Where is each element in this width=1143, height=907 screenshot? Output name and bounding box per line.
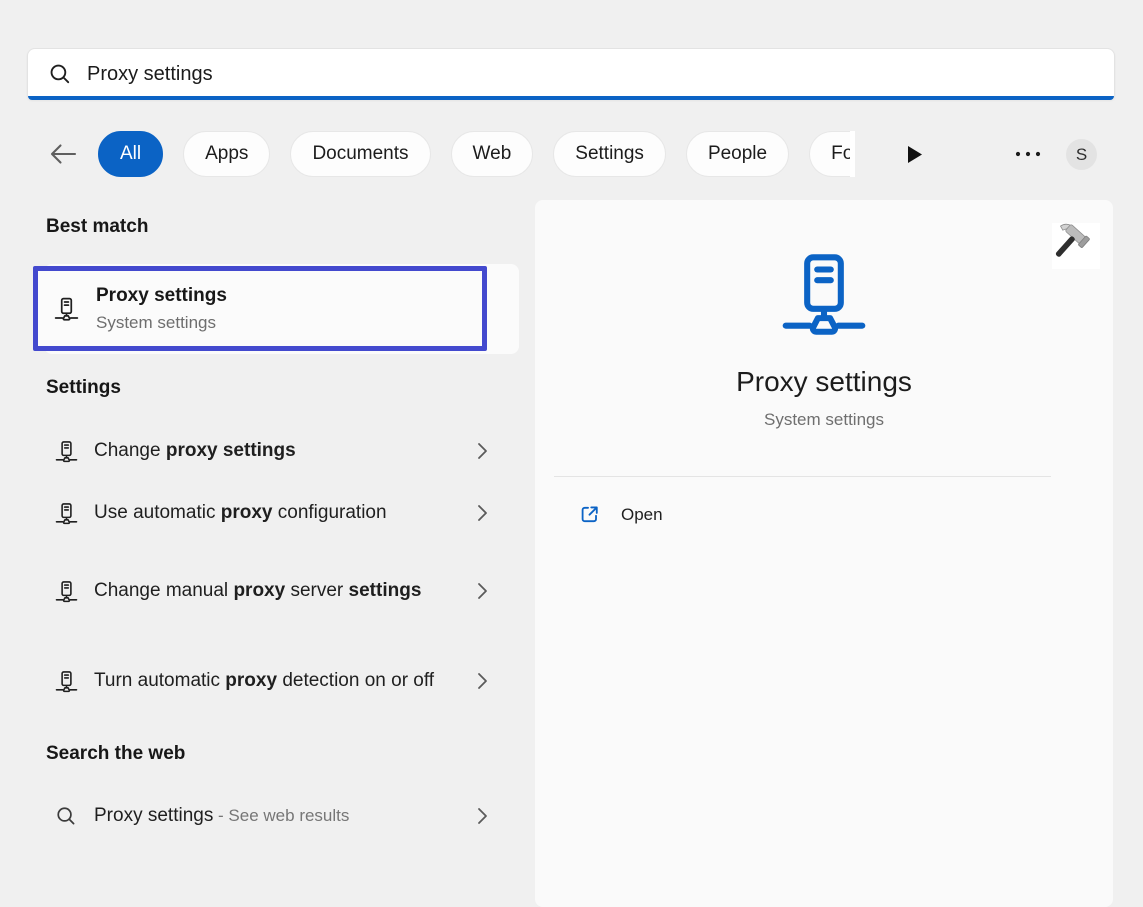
result-change-manual-proxy[interactable]: Change manual proxy server settings [33, 548, 490, 634]
open-label: Open [621, 505, 663, 525]
result-change-proxy-settings[interactable]: Change proxy settings [33, 421, 490, 481]
chevron-right-icon [476, 441, 489, 461]
arrow-left-icon [47, 141, 79, 167]
web-suffix: - See web results [213, 806, 349, 825]
result-use-automatic-proxy[interactable]: Use automatic proxy configuration [33, 483, 490, 543]
play-triangle-icon [907, 145, 923, 164]
filter-tabs: All Apps Documents Web Settings People F… [98, 131, 929, 177]
proxy-icon [55, 497, 78, 530]
preview-subtitle: System settings [535, 410, 1113, 430]
search-icon [55, 805, 78, 828]
ellipsis-icon [1015, 151, 1041, 157]
search-input[interactable] [87, 63, 1100, 86]
filter-tab-row: All Apps Documents Web Settings People F… [0, 131, 1143, 177]
best-match-title: Proxy settings [96, 283, 227, 308]
best-match-subtitle: System settings [96, 311, 227, 334]
search-bar [27, 48, 1115, 100]
windows-search-panel: All Apps Documents Web Settings People F… [0, 0, 1143, 907]
result-web-search[interactable]: Proxy settings - See web results [33, 786, 490, 846]
tab-folders[interactable]: Fold [809, 131, 855, 177]
tab-all[interactable]: All [98, 131, 163, 177]
proxy-icon [55, 665, 78, 698]
chevron-right-icon [476, 671, 489, 691]
user-avatar[interactable]: S [1066, 139, 1097, 170]
result-label: Proxy settings - See web results [94, 801, 439, 831]
best-match-result[interactable]: Proxy settings System settings [33, 266, 487, 351]
search-icon [48, 62, 73, 87]
proxy-icon-large [780, 246, 868, 342]
more-options-button[interactable] [1008, 141, 1048, 167]
chevron-right-icon [476, 806, 489, 826]
external-link-icon [578, 503, 601, 526]
tab-settings[interactable]: Settings [553, 131, 666, 177]
result-label: Change manual proxy server settings [94, 576, 439, 606]
result-label: Turn automatic proxy detection on or off [94, 666, 439, 696]
proxy-icon [55, 435, 78, 468]
tab-documents[interactable]: Documents [290, 131, 430, 177]
result-label: Use automatic proxy configuration [94, 498, 439, 528]
web-query: Proxy settings [94, 805, 213, 826]
open-action[interactable]: Open [578, 503, 663, 526]
divider [554, 476, 1051, 477]
search-web-heading: Search the web [46, 743, 185, 765]
preview-pane: Proxy settings System settings Open [535, 200, 1113, 907]
preview-title: Proxy settings [535, 366, 1113, 398]
best-match-heading: Best match [46, 216, 148, 238]
tab-people[interactable]: People [686, 131, 789, 177]
scroll-tabs-button[interactable] [901, 139, 929, 170]
back-button[interactable] [46, 139, 80, 169]
tab-web[interactable]: Web [451, 131, 534, 177]
tab-apps[interactable]: Apps [183, 131, 270, 177]
tab-folders-clipped: Fold [809, 131, 855, 177]
chevron-right-icon [476, 581, 489, 601]
chevron-right-icon [476, 503, 489, 523]
hammer-cursor-overlay [1052, 223, 1100, 269]
result-label: Change proxy settings [94, 436, 439, 466]
proxy-icon [54, 291, 79, 327]
hammer-icon [1052, 223, 1100, 269]
settings-section-heading: Settings [46, 377, 121, 399]
result-turn-automatic-proxy-detection[interactable]: Turn automatic proxy detection on or off [33, 638, 490, 724]
proxy-icon [55, 575, 78, 608]
